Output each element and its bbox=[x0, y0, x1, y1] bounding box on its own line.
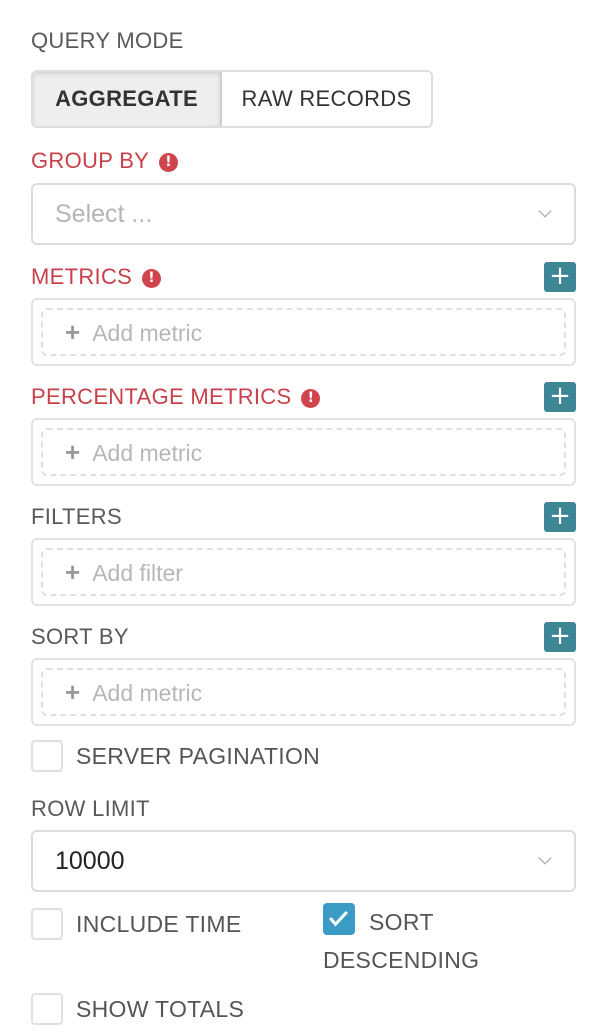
percentage-metrics-add-text: Add metric bbox=[92, 440, 203, 466]
metrics-add-text: Add metric bbox=[92, 320, 203, 346]
metrics-label: METRICS! bbox=[31, 264, 162, 289]
raw-records-mode-button[interactable]: RAW RECORDS bbox=[222, 72, 431, 126]
chevron-down-icon bbox=[538, 210, 552, 218]
percentage-metrics-label: PERCENTAGE METRICS! bbox=[31, 384, 321, 409]
plus-icon: + bbox=[549, 261, 571, 291]
group-by-placeholder: Select ... bbox=[55, 200, 153, 228]
sort-by-add-text: Add metric bbox=[92, 680, 203, 706]
filters-add-target[interactable]: + Add filter bbox=[41, 548, 566, 596]
exclamation-circle-icon: ! bbox=[142, 269, 162, 288]
plus-icon: + bbox=[549, 381, 571, 411]
add-percentage-metric-button[interactable]: + bbox=[544, 382, 576, 412]
filters-add-text: Add filter bbox=[92, 560, 183, 586]
server-pagination-checkbox[interactable] bbox=[31, 740, 63, 772]
add-sort-button[interactable]: + bbox=[544, 622, 576, 652]
plus-icon: + bbox=[65, 317, 81, 347]
add-filter-button[interactable]: + bbox=[544, 502, 576, 532]
include-time-label[interactable]: INCLUDE TIME bbox=[76, 907, 241, 943]
percentage-metrics-add-target[interactable]: + Add metric bbox=[41, 428, 566, 476]
group-by-label-text: GROUP BY bbox=[31, 148, 150, 173]
sort-by-drop-area: + Add metric bbox=[31, 658, 576, 726]
metrics-add-target[interactable]: + Add metric bbox=[41, 308, 566, 356]
filters-drop-area: + Add filter bbox=[31, 538, 576, 606]
aggregate-mode-button[interactable]: AGGREGATE bbox=[33, 72, 222, 126]
row-limit-label: ROW LIMIT bbox=[31, 796, 150, 821]
plus-icon: + bbox=[65, 557, 81, 587]
exclamation-circle-icon: ! bbox=[301, 389, 321, 408]
filters-label: FILTERS bbox=[31, 504, 122, 529]
include-time-checkbox[interactable] bbox=[31, 908, 63, 940]
sort-by-add-target[interactable]: + Add metric bbox=[41, 668, 566, 716]
sort-by-label: SORT BY bbox=[31, 624, 129, 649]
chevron-down-icon bbox=[538, 857, 552, 865]
query-mode-label: QUERY MODE bbox=[31, 28, 184, 53]
metrics-drop-area: + Add metric bbox=[31, 298, 576, 366]
group-by-label: GROUP BY! bbox=[31, 148, 179, 173]
plus-icon: + bbox=[65, 437, 81, 467]
row-limit-value: 10000 bbox=[55, 847, 125, 875]
group-by-select[interactable]: Select ... bbox=[31, 183, 576, 245]
add-metric-button[interactable]: + bbox=[544, 262, 576, 292]
plus-icon: + bbox=[65, 677, 81, 707]
show-totals-checkbox[interactable] bbox=[31, 993, 63, 1025]
sort-descending-label[interactable]: SORT DESCENDING bbox=[323, 903, 523, 979]
plus-icon: + bbox=[549, 621, 571, 651]
exclamation-circle-icon: ! bbox=[159, 153, 179, 172]
percentage-metrics-label-text: PERCENTAGE METRICS bbox=[31, 384, 292, 409]
percentage-metrics-drop-area: + Add metric bbox=[31, 418, 576, 486]
plus-icon: + bbox=[549, 501, 571, 531]
server-pagination-label[interactable]: SERVER PAGINATION bbox=[76, 739, 320, 775]
metrics-label-text: METRICS bbox=[31, 264, 133, 289]
query-mode-toggle: AGGREGATE RAW RECORDS bbox=[31, 70, 433, 128]
row-limit-select[interactable]: 10000 bbox=[31, 830, 576, 892]
show-totals-label[interactable]: SHOW TOTALS bbox=[76, 992, 244, 1028]
